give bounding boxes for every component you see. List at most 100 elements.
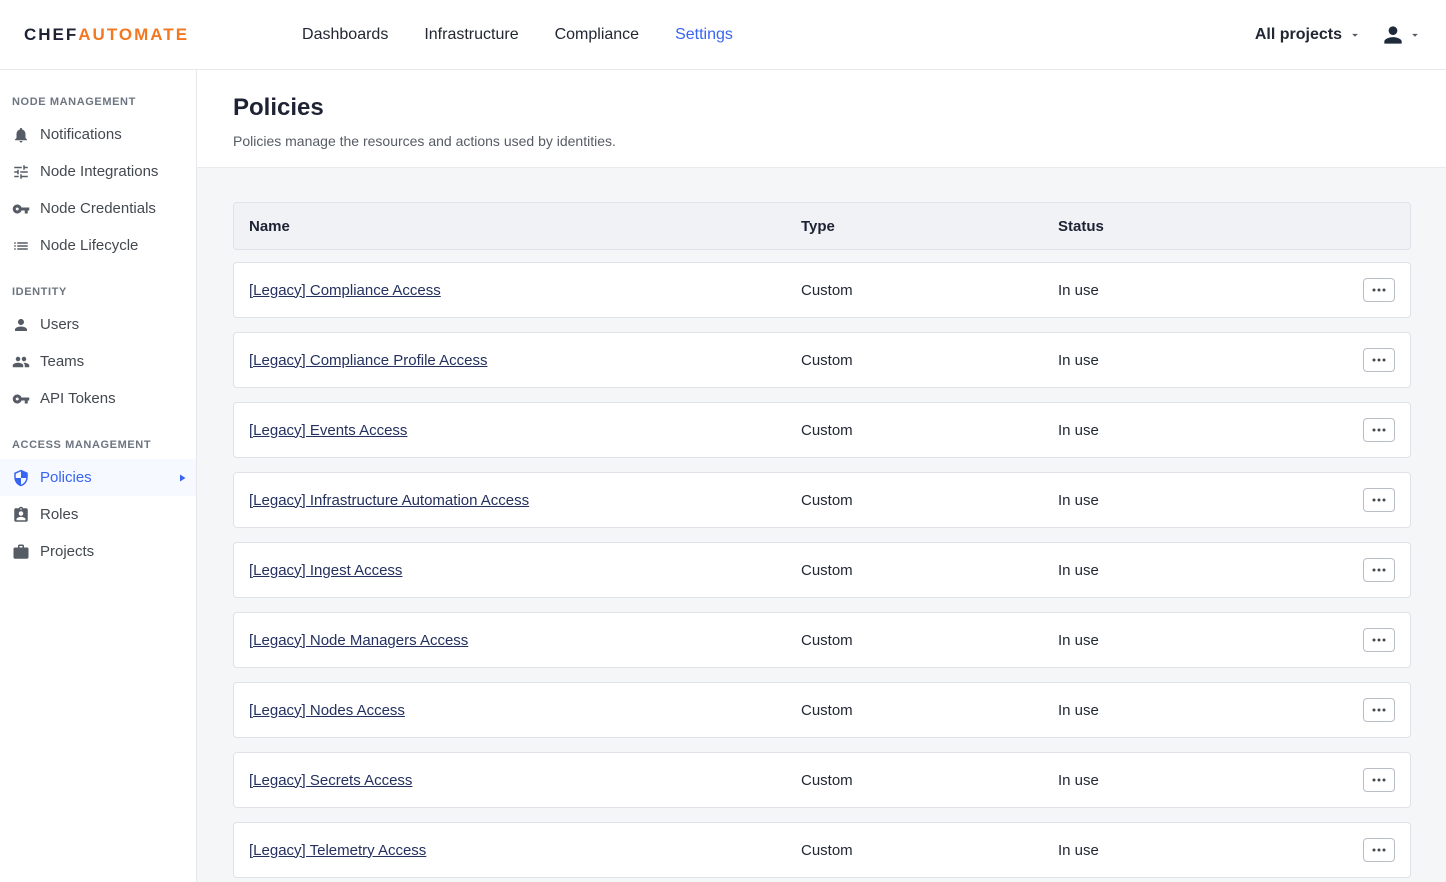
more-options-button[interactable] (1363, 558, 1395, 582)
user-avatar-icon (1380, 22, 1406, 48)
integrations-icon (12, 163, 30, 181)
more-options-button[interactable] (1363, 838, 1395, 862)
projects-filter-dropdown[interactable]: All projects (1255, 26, 1362, 44)
sidebar-item-api-tokens[interactable]: API Tokens (0, 380, 196, 417)
chevron-down-icon (1408, 28, 1422, 42)
policy-status: In use (1058, 562, 1349, 579)
sidebar-item-roles[interactable]: Roles (0, 496, 196, 533)
key-icon (12, 200, 30, 218)
policy-type: Custom (801, 842, 1058, 859)
page-header: Policies Policies manage the resources a… (197, 70, 1446, 168)
sidebar-item-label: Users (40, 316, 79, 333)
policy-link[interactable]: [Legacy] Nodes Access (249, 702, 405, 719)
more-options-button[interactable] (1363, 628, 1395, 652)
table-row: [Legacy] Node Managers Access Custom In … (233, 612, 1411, 668)
people-icon (12, 353, 30, 371)
page-title: Policies (233, 94, 1410, 122)
policy-status: In use (1058, 492, 1349, 509)
policy-status: In use (1058, 422, 1349, 439)
policy-link[interactable]: [Legacy] Compliance Access (249, 282, 441, 299)
sidebar-item-teams[interactable]: Teams (0, 343, 196, 380)
active-arrow-icon (176, 472, 188, 484)
sidebar-item-label: Notifications (40, 126, 122, 143)
policy-type: Custom (801, 562, 1058, 579)
more-horizontal-icon (1372, 428, 1386, 432)
sidebar-item-policies[interactable]: Policies (0, 459, 196, 496)
more-options-button[interactable] (1363, 278, 1395, 302)
main-content: Policies Policies manage the resources a… (197, 70, 1446, 882)
sidebar-item-node-credentials[interactable]: Node Credentials (0, 190, 196, 227)
page-subtitle: Policies manage the resources and action… (233, 133, 1410, 149)
policy-link[interactable]: [Legacy] Infrastructure Automation Acces… (249, 492, 529, 509)
table-row: [Legacy] Compliance Access Custom In use (233, 262, 1411, 318)
chevron-down-icon (1348, 28, 1362, 42)
sidebar-item-label: Node Credentials (40, 200, 156, 217)
sidebar-item-label: Teams (40, 353, 84, 370)
table-row: [Legacy] Ingest Access Custom In use (233, 542, 1411, 598)
policy-status: In use (1058, 842, 1349, 859)
sidebar-item-label: Policies (40, 469, 92, 486)
more-options-button[interactable] (1363, 348, 1395, 372)
policy-type: Custom (801, 352, 1058, 369)
logo-chef-text: CHEF (24, 25, 78, 45)
more-options-button[interactable] (1363, 768, 1395, 792)
policy-type: Custom (801, 632, 1058, 649)
sidebar-section-node-management: NODE MANAGEMENT (0, 84, 196, 116)
policies-table-area: Name Type Status [Legacy] Compliance Acc… (197, 168, 1446, 882)
list-icon (12, 237, 30, 255)
sidebar-item-node-integrations[interactable]: Node Integrations (0, 153, 196, 190)
more-horizontal-icon (1372, 358, 1386, 362)
logo-automate-text: AUTOMATE (78, 25, 189, 45)
policy-link[interactable]: [Legacy] Ingest Access (249, 562, 402, 579)
policy-type: Custom (801, 422, 1058, 439)
table-row: [Legacy] Telemetry Access Custom In use (233, 822, 1411, 878)
sidebar-item-users[interactable]: Users (0, 306, 196, 343)
more-horizontal-icon (1372, 848, 1386, 852)
nav-compliance[interactable]: Compliance (555, 26, 639, 44)
vpn-key-icon (12, 390, 30, 408)
policy-link[interactable]: [Legacy] Telemetry Access (249, 842, 426, 859)
more-options-button[interactable] (1363, 418, 1395, 442)
main-nav: Dashboards Infrastructure Compliance Set… (302, 26, 733, 44)
chef-automate-logo[interactable]: CHEFAUTOMATE (24, 25, 189, 45)
badge-icon (12, 506, 30, 524)
sidebar-item-node-lifecycle[interactable]: Node Lifecycle (0, 227, 196, 264)
policy-type: Custom (801, 282, 1058, 299)
policy-type: Custom (801, 492, 1058, 509)
more-options-button[interactable] (1363, 488, 1395, 512)
sidebar-item-label: API Tokens (40, 390, 116, 407)
policy-status: In use (1058, 282, 1349, 299)
user-menu[interactable] (1380, 22, 1422, 48)
more-horizontal-icon (1372, 638, 1386, 642)
table-row: [Legacy] Nodes Access Custom In use (233, 682, 1411, 738)
policy-link[interactable]: [Legacy] Node Managers Access (249, 632, 468, 649)
more-horizontal-icon (1372, 778, 1386, 782)
more-horizontal-icon (1372, 568, 1386, 572)
sidebar-item-label: Roles (40, 506, 78, 523)
sidebar-item-label: Projects (40, 543, 94, 560)
more-horizontal-icon (1372, 288, 1386, 292)
nav-settings[interactable]: Settings (675, 26, 733, 44)
more-options-button[interactable] (1363, 698, 1395, 722)
policy-type: Custom (801, 772, 1058, 789)
more-horizontal-icon (1372, 498, 1386, 502)
sidebar-item-projects[interactable]: Projects (0, 533, 196, 570)
policy-link[interactable]: [Legacy] Secrets Access (249, 772, 412, 789)
sidebar-item-notifications[interactable]: Notifications (0, 116, 196, 153)
briefcase-icon (12, 543, 30, 561)
more-horizontal-icon (1372, 708, 1386, 712)
column-header-status: Status (1058, 218, 1349, 235)
top-navigation: CHEFAUTOMATE Dashboards Infrastructure C… (0, 0, 1446, 70)
table-header-row: Name Type Status (233, 202, 1411, 250)
policy-link[interactable]: [Legacy] Compliance Profile Access (249, 352, 487, 369)
policy-status: In use (1058, 772, 1349, 789)
settings-sidebar: NODE MANAGEMENT Notifications Node Integ… (0, 70, 197, 882)
nav-dashboards[interactable]: Dashboards (302, 26, 388, 44)
policy-type: Custom (801, 702, 1058, 719)
nav-infrastructure[interactable]: Infrastructure (424, 26, 518, 44)
policy-status: In use (1058, 352, 1349, 369)
column-header-type: Type (801, 218, 1058, 235)
policy-link[interactable]: [Legacy] Events Access (249, 422, 407, 439)
table-row: [Legacy] Events Access Custom In use (233, 402, 1411, 458)
policy-status: In use (1058, 632, 1349, 649)
